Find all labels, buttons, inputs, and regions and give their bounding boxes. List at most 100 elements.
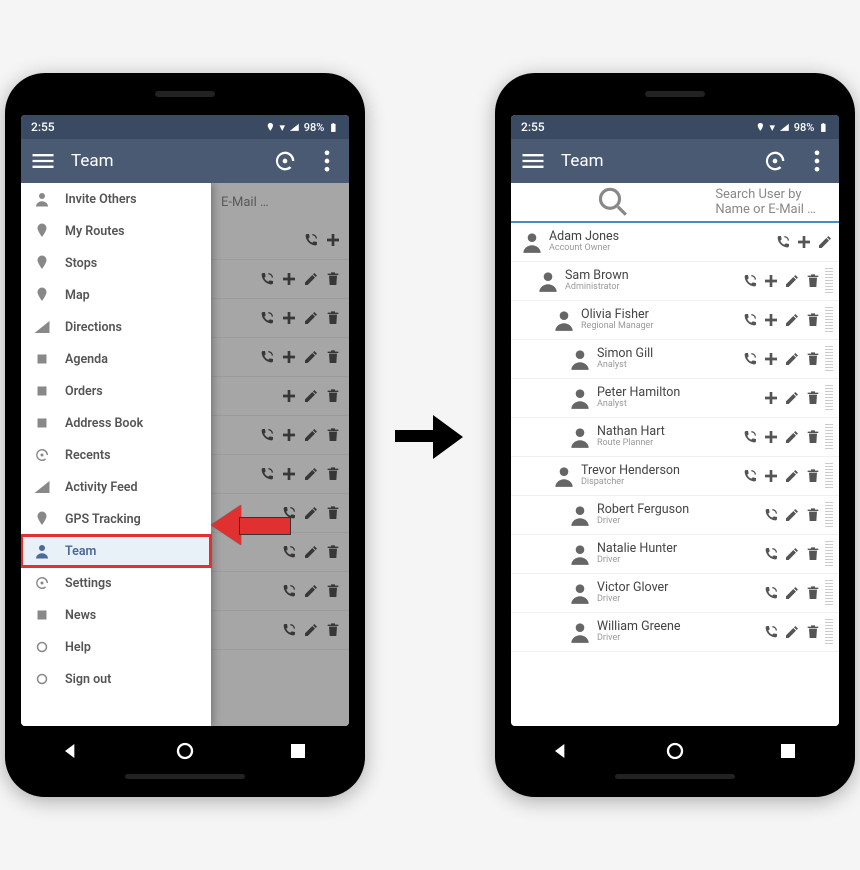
call-icon[interactable]	[763, 585, 779, 601]
user-avatar-icon	[567, 619, 593, 645]
sync-icon[interactable]	[271, 147, 299, 175]
edit-icon[interactable]	[784, 351, 800, 367]
drawer-item-label: Team	[65, 544, 96, 559]
edit-icon[interactable]	[784, 429, 800, 445]
drag-handle-icon[interactable]	[825, 307, 833, 333]
call-icon[interactable]	[742, 429, 758, 445]
drawer-item-recents[interactable]: Recents	[21, 439, 211, 471]
plus-icon[interactable]	[763, 468, 779, 484]
drag-handle-icon[interactable]	[825, 541, 833, 567]
drawer-item-signout[interactable]: Sign out	[21, 663, 211, 695]
addressbook-icon	[33, 414, 51, 432]
plus-icon[interactable]	[763, 429, 779, 445]
edit-icon[interactable]	[817, 234, 833, 250]
transition-arrow	[395, 410, 465, 460]
user-row[interactable]: Peter Hamilton Analyst	[511, 379, 839, 418]
nav-recent-icon[interactable]	[774, 737, 802, 765]
delete-icon[interactable]	[805, 273, 821, 289]
delete-icon[interactable]	[805, 624, 821, 640]
user-row[interactable]: William Greene Driver	[511, 613, 839, 652]
edit-icon[interactable]	[784, 390, 800, 406]
nav-home-icon[interactable]	[171, 737, 199, 765]
drawer-item-map[interactable]: Map	[21, 279, 211, 311]
drawer-item-gps[interactable]: GPS Tracking	[21, 503, 211, 535]
edit-icon[interactable]	[784, 507, 800, 523]
drawer-item-news[interactable]: News	[21, 599, 211, 631]
user-row[interactable]: Olivia Fisher Regional Manager	[511, 301, 839, 340]
user-row[interactable]: Adam Jones Account Owner	[511, 223, 839, 262]
drag-handle-icon[interactable]	[825, 385, 833, 411]
nav-recent-icon[interactable]	[284, 737, 312, 765]
drawer-item-agenda[interactable]: Agenda	[21, 343, 211, 375]
edit-icon[interactable]	[784, 273, 800, 289]
delete-icon[interactable]	[805, 390, 821, 406]
drag-handle-icon[interactable]	[825, 619, 833, 645]
drawer-item-team[interactable]: Team	[21, 535, 211, 567]
edit-icon[interactable]	[784, 312, 800, 328]
plus-icon[interactable]	[763, 273, 779, 289]
user-row[interactable]: Nathan Hart Route Planner	[511, 418, 839, 457]
call-icon[interactable]	[763, 507, 779, 523]
annotation-arrow	[211, 505, 291, 545]
user-avatar-icon	[551, 307, 577, 333]
drawer-item-help[interactable]: Help	[21, 631, 211, 663]
drawer-item-label: My Routes	[65, 224, 125, 239]
user-row[interactable]: Natalie Hunter Driver	[511, 535, 839, 574]
drag-handle-icon[interactable]	[825, 424, 833, 450]
delete-icon[interactable]	[805, 546, 821, 562]
nav-back-icon[interactable]	[58, 737, 86, 765]
overflow-icon[interactable]	[803, 147, 831, 175]
edit-icon[interactable]	[784, 468, 800, 484]
user-name: Trevor Henderson	[581, 464, 742, 478]
user-role: Driver	[597, 517, 763, 527]
drag-handle-icon[interactable]	[825, 268, 833, 294]
drawer-item-addressbook[interactable]: Address Book	[21, 407, 211, 439]
delete-icon[interactable]	[805, 468, 821, 484]
user-row[interactable]: Simon Gill Analyst	[511, 340, 839, 379]
hamburger-icon[interactable]	[29, 147, 57, 175]
drawer-item-directions[interactable]: Directions	[21, 311, 211, 343]
call-icon[interactable]	[763, 624, 779, 640]
overflow-icon[interactable]	[313, 147, 341, 175]
plus-icon[interactable]	[796, 234, 812, 250]
edit-icon[interactable]	[784, 585, 800, 601]
user-row[interactable]: Sam Brown Administrator	[511, 262, 839, 301]
user-name: Robert Ferguson	[597, 503, 763, 517]
drawer-item-invite[interactable]: Invite Others	[21, 183, 211, 215]
call-icon[interactable]	[742, 468, 758, 484]
delete-icon[interactable]	[805, 429, 821, 445]
user-row[interactable]: Robert Ferguson Driver	[511, 496, 839, 535]
call-icon[interactable]	[763, 546, 779, 562]
hamburger-icon[interactable]	[519, 147, 547, 175]
user-row[interactable]: Victor Glover Driver	[511, 574, 839, 613]
plus-icon[interactable]	[763, 390, 779, 406]
drag-handle-icon[interactable]	[825, 580, 833, 606]
drag-handle-icon[interactable]	[825, 346, 833, 372]
delete-icon[interactable]	[805, 351, 821, 367]
nav-back-icon[interactable]	[548, 737, 576, 765]
delete-icon[interactable]	[805, 507, 821, 523]
delete-icon[interactable]	[805, 312, 821, 328]
call-icon[interactable]	[742, 273, 758, 289]
edit-icon[interactable]	[784, 624, 800, 640]
drag-handle-icon[interactable]	[825, 502, 833, 528]
plus-icon[interactable]	[763, 351, 779, 367]
drag-handle-icon[interactable]	[825, 463, 833, 489]
call-icon[interactable]	[742, 312, 758, 328]
team-icon	[33, 542, 51, 560]
navigation-drawer: Invite Others My Routes StopsMapDirections…	[21, 183, 211, 726]
search-row[interactable]: Search User by Name or E-Mail …	[511, 183, 839, 223]
call-icon[interactable]	[775, 234, 791, 250]
drawer-item-routes[interactable]: My Routes	[21, 215, 211, 247]
plus-icon[interactable]	[763, 312, 779, 328]
drawer-item-activity[interactable]: Activity Feed	[21, 471, 211, 503]
edit-icon[interactable]	[784, 546, 800, 562]
nav-home-icon[interactable]	[661, 737, 689, 765]
drawer-item-stops[interactable]: Stops	[21, 247, 211, 279]
delete-icon[interactable]	[805, 585, 821, 601]
call-icon[interactable]	[742, 351, 758, 367]
drawer-item-settings[interactable]: Settings	[21, 567, 211, 599]
user-row[interactable]: Trevor Henderson Dispatcher	[511, 457, 839, 496]
drawer-item-orders[interactable]: Orders	[21, 375, 211, 407]
sync-icon[interactable]	[761, 147, 789, 175]
